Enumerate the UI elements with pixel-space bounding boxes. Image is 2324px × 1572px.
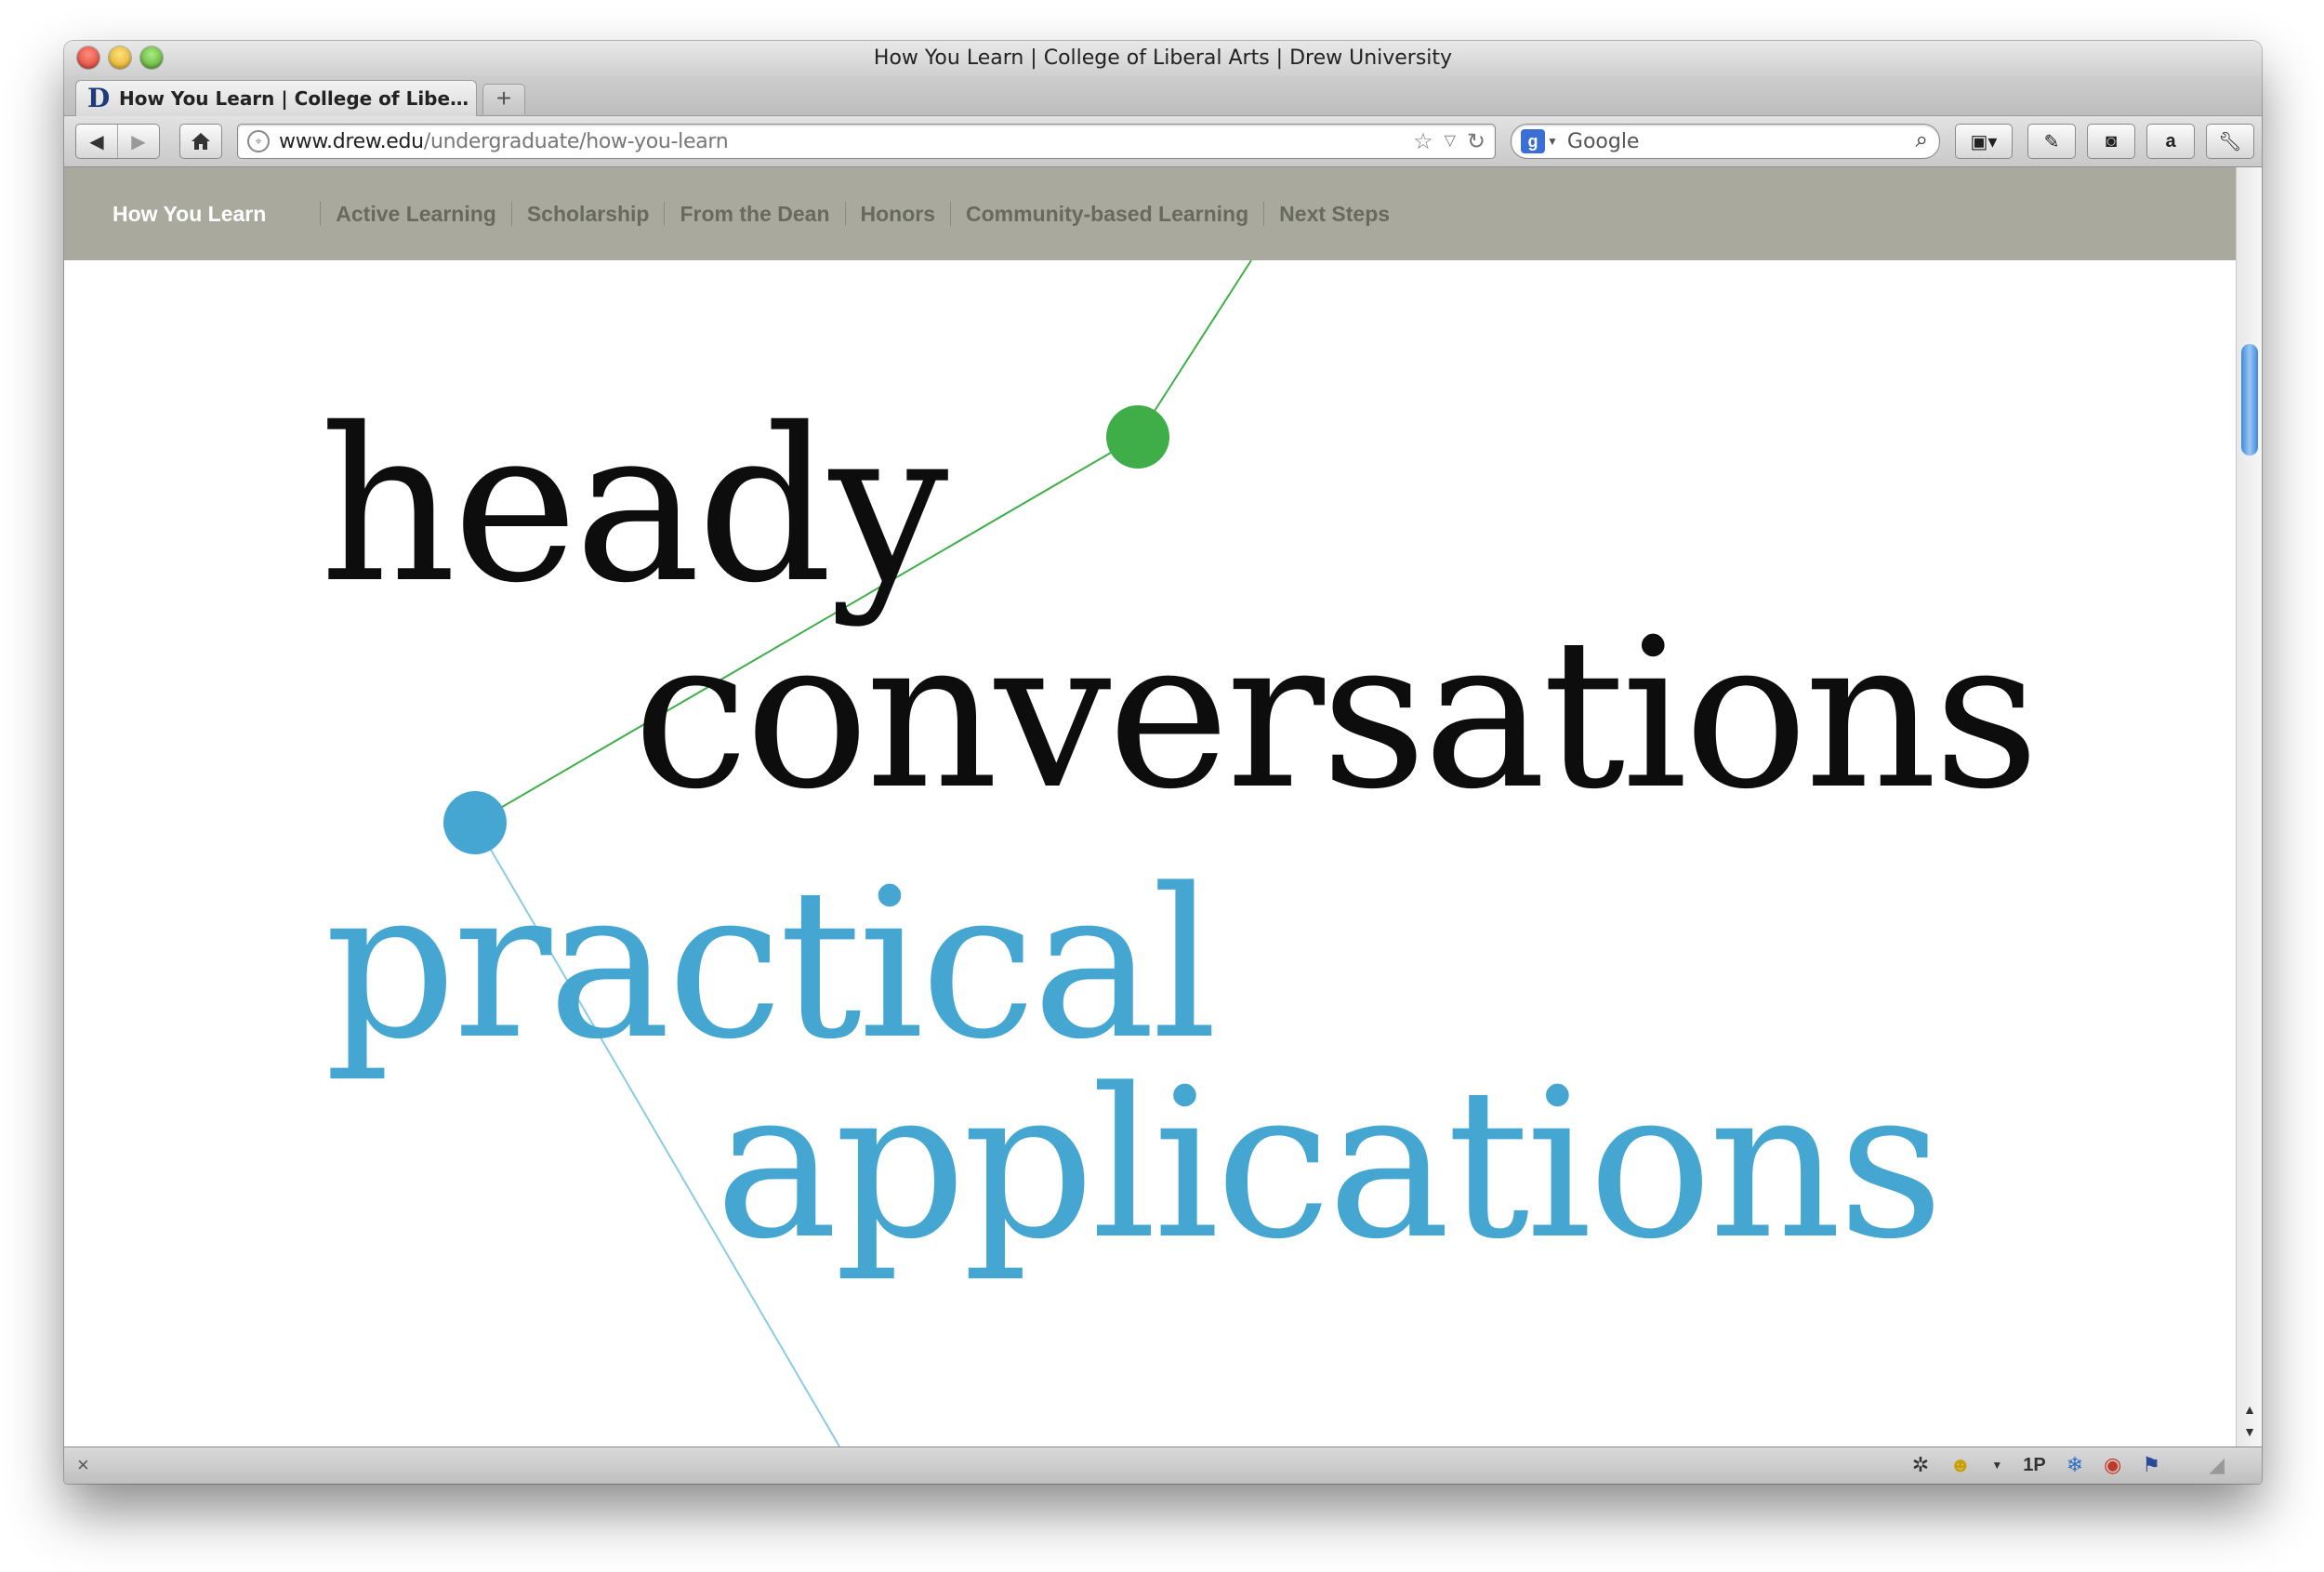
onepassword-icon[interactable]: 1P xyxy=(2023,1455,2045,1476)
scrollbar-thumb[interactable] xyxy=(2241,344,2258,456)
scroll-down-arrow-icon[interactable]: ▼ xyxy=(2237,1424,2262,1439)
resize-grip-icon[interactable]: ◢ xyxy=(2209,1453,2225,1477)
close-status-bar-button[interactable]: × xyxy=(77,1453,89,1477)
url-history-dropdown-icon[interactable]: ▽ xyxy=(1445,128,1456,155)
google-icon[interactable]: g xyxy=(1521,129,1545,153)
home-button-group xyxy=(179,124,222,159)
search-bar[interactable]: g ▼ Google ⌕ xyxy=(1511,124,1940,159)
vertical-scrollbar[interactable]: ▲ ▼ xyxy=(2236,167,2262,1447)
record-icon[interactable]: ◉ xyxy=(2104,1453,2121,1477)
url-path: /undergraduate/how-you-learn xyxy=(423,129,729,153)
tab-how-you-learn[interactable]: D How You Learn | College of Libe… xyxy=(75,80,477,116)
search-icon[interactable]: ⌕ xyxy=(1916,127,1928,153)
search-placeholder: Google xyxy=(1566,129,1640,153)
url-bar-icons: ☆ ▽ ↻ xyxy=(1413,128,1486,155)
headline-heady: heady xyxy=(320,382,948,629)
bookmarks-icon: ▣▾ xyxy=(1970,131,1998,152)
bug-icon[interactable]: ✲ xyxy=(1912,1453,1929,1477)
amazon-button[interactable]: a xyxy=(2146,124,2195,159)
back-button[interactable]: ◀ xyxy=(76,125,118,158)
address-bar[interactable]: ⌖ www.drew.edu/undergraduate/how-you-lea… xyxy=(237,124,1496,159)
url-text[interactable]: www.drew.edu/undergraduate/how-you-learn xyxy=(279,129,729,153)
wrench-icon: 🔧︎ xyxy=(2218,131,2242,152)
history-buttons: ◀ ▶ xyxy=(75,124,160,159)
bookmark-star-icon[interactable]: ☆ xyxy=(1413,128,1433,155)
home-button[interactable] xyxy=(180,125,221,158)
headline-conversations: conversations xyxy=(633,595,2040,835)
bookmarks-menu-button[interactable]: ▣▾ xyxy=(1955,124,2013,159)
amazon-icon: a xyxy=(2165,130,2176,152)
window-title: How You Learn | College of Liberal Arts … xyxy=(873,46,1453,70)
page-content: How You Learn Active Learning Scholarshi… xyxy=(64,167,2236,1447)
drew-favicon-icon: D xyxy=(87,83,111,113)
title-bar: How You Learn | College of Liberal Arts … xyxy=(64,41,2262,76)
tools-button[interactable]: 🔧︎ xyxy=(2206,124,2254,159)
green-dot[interactable] xyxy=(1106,405,1169,469)
greasemonkey-icon[interactable]: ☻ xyxy=(1949,1453,1971,1477)
headline-practical: practical xyxy=(324,845,1218,1085)
addon-button-2[interactable]: ◙ xyxy=(2087,124,2135,159)
url-domain: www.drew.edu xyxy=(279,129,424,153)
addon-button-1[interactable]: ✎ xyxy=(2027,124,2076,159)
headline-applications: applications xyxy=(715,1045,1944,1285)
tab-label: How You Learn | College of Libe… xyxy=(119,87,469,110)
flag-icon[interactable]: ⚑ xyxy=(2142,1453,2160,1477)
navigation-toolbar: ◀ ▶ ⌖ www.drew.edu/undergraduate/how-you… xyxy=(64,116,2262,167)
status-bar: × ✲ ☻ ▼ 1P ❄ ◉ ⚑ ◢ xyxy=(64,1447,2262,1484)
globe-icon: ⌖ xyxy=(247,130,270,152)
back-arrow-icon: ◀ xyxy=(89,131,104,152)
addon-icons: ✲ ☻ ▼ 1P ❄ ◉ ⚑ ◢ xyxy=(1912,1453,2225,1477)
forward-button[interactable]: ▶ xyxy=(118,125,159,158)
home-icon xyxy=(191,133,210,150)
search-engine-dropdown-icon[interactable]: ▼ xyxy=(1547,135,1558,148)
new-tab-button[interactable]: + xyxy=(482,84,525,114)
snowflake-icon[interactable]: ❄ xyxy=(2067,1453,2083,1477)
screenshot-icon: ◙ xyxy=(2105,130,2118,152)
forward-arrow-icon: ▶ xyxy=(131,131,146,152)
browser-window: How You Learn | College of Liberal Arts … xyxy=(64,41,2262,1484)
dropdown-arrow-icon[interactable]: ▼ xyxy=(1991,1459,2002,1472)
scroll-up-arrow-icon[interactable]: ▲ xyxy=(2237,1402,2262,1417)
addon-icon: ✎ xyxy=(2043,131,2060,152)
reload-icon[interactable]: ↻ xyxy=(1467,128,1486,155)
tab-strip: D How You Learn | College of Libe… + xyxy=(64,76,2262,116)
